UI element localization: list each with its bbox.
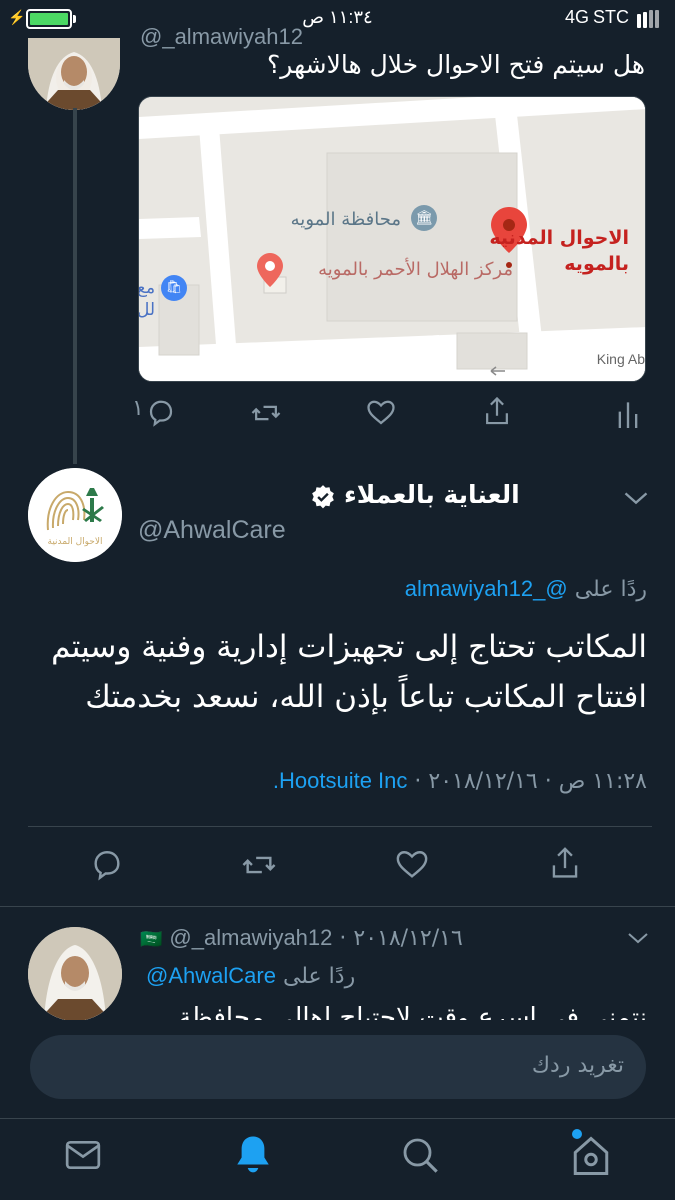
analytics-icon[interactable]: [616, 400, 640, 432]
status-bar: ⚡ ١١:٣٤ ص 4G STC: [0, 0, 675, 36]
map-poi-red-crescent-icon[interactable]: [257, 253, 283, 291]
divider-meta: [28, 826, 652, 827]
retweet-icon[interactable]: [250, 398, 282, 432]
reply-icon[interactable]: [90, 848, 124, 886]
parent-actions: ١: [130, 396, 650, 432]
tab-bar: [0, 1118, 675, 1200]
unread-dot: [572, 1129, 582, 1139]
svg-text:الاحوال المدنية: الاحوال المدنية: [48, 537, 103, 547]
reply-date: · ٢٠١٨/١٢/١٦: [339, 926, 463, 951]
parent-tweet-text: هل سيتم فتح الاحوال خلال هالاشهر؟: [267, 50, 645, 79]
tab-notifications[interactable]: [232, 1133, 274, 1179]
reply-count: ١: [132, 396, 144, 421]
heart-icon[interactable]: [366, 398, 396, 432]
search-icon: [403, 1138, 438, 1173]
tab-home[interactable]: [570, 1129, 612, 1183]
flag-icon: 🇸🇦: [140, 929, 163, 950]
thread-line: [73, 108, 77, 464]
map-poi-governorate-icon[interactable]: 🏛: [411, 205, 437, 231]
reply-context-prefix-2: ردًا على: [282, 964, 356, 989]
main-tweet-text-line1: المكاتب تحتاج إلى تجهيزات إدارية وفنية و…: [51, 629, 647, 665]
reply-context-handle[interactable]: @_almawiyah12: [405, 576, 568, 601]
tweet-meta: ١١:٢٨ ص · ٢٠١٨/١٢/١٦ · Hootsuite Inc.: [273, 768, 647, 794]
main-actions: [0, 846, 675, 886]
heart-icon[interactable]: [394, 848, 430, 886]
reply-context: ردًا على @_almawiyah12: [405, 576, 647, 602]
map-label-edge: مع لل: [138, 278, 156, 320]
tab-search[interactable]: [400, 1135, 440, 1179]
map-road-label: King Ab: [596, 351, 645, 367]
reply-text-partial: نتمنى في اسرع وقت لاحتياج اهالي محافظة: [178, 1003, 647, 1020]
signal-icon: [637, 10, 661, 28]
verified-badge-icon: [310, 484, 336, 510]
reply-icon[interactable]: [146, 398, 176, 432]
main-tweet-text-line2: افتتاح المكاتب تباعاً بإذن الله، نسعد بخ…: [85, 679, 647, 715]
map-poi-shopping-icon[interactable]: 🛍: [161, 275, 187, 301]
reply-tweet[interactable]: 🇸🇦 @_almawiyah12 · ٢٠١٨/١٢/١٦ @AhwalCare…: [0, 907, 675, 1020]
reply-context-2: @AhwalCare ردًا على: [146, 963, 355, 989]
retweet-icon[interactable]: [240, 848, 278, 886]
author-handle[interactable]: @AhwalCare: [138, 516, 286, 545]
avatar-almawiyah-reply[interactable]: [28, 927, 122, 1020]
reply-input[interactable]: تغريد ردك: [30, 1035, 646, 1099]
share-icon[interactable]: [482, 396, 512, 432]
mail-icon: [65, 1140, 101, 1170]
avatar-almawiyah[interactable]: [28, 38, 120, 110]
chevron-down-icon[interactable]: [622, 488, 650, 512]
map-card[interactable]: الاحوال المدنيه بالمويه 🏛 محافظة المويه …: [138, 96, 646, 382]
main-tweet-text: المكاتب تحتاج إلى تجهيزات إدارية وفنية و…: [17, 622, 647, 722]
author-display-name: العناية بالعملاء: [344, 480, 520, 509]
network-type: 4G: [564, 7, 589, 27]
carrier-name: STC: [593, 7, 629, 27]
tweet-source[interactable]: Hootsuite Inc.: [273, 768, 408, 793]
reply-context-handle-2[interactable]: @AhwalCare: [146, 963, 276, 988]
share-icon[interactable]: [548, 846, 582, 886]
map-label-governorate: محافظة المويه: [290, 209, 401, 230]
bell-icon: [237, 1136, 269, 1173]
tweet-timestamp: ١١:٢٨ ص · ٢٠١٨/١٢/١٦ ·: [407, 769, 647, 794]
avatar-ahwalcare[interactable]: الاحوال المدنية: [28, 468, 122, 562]
main-tweet: الاحوال المدنية العناية بالعملاء @AhwalC…: [0, 466, 675, 826]
parent-handle-partial[interactable]: @_almawiyah12: [140, 24, 303, 50]
reply-header: 🇸🇦 @_almawiyah12 · ٢٠١٨/١٢/١٦: [140, 925, 463, 951]
home-icon: [573, 1136, 609, 1175]
reply-context-prefix: ردًا على: [574, 577, 647, 602]
reply-input-placeholder: تغريد ردك: [531, 1053, 624, 1078]
reply-handle[interactable]: @_almawiyah12: [169, 925, 332, 950]
tab-messages[interactable]: [64, 1137, 102, 1177]
map-label-red-crescent: مركز الهلال الأحمر بالمويه: [318, 259, 513, 280]
chevron-down-icon[interactable]: [626, 929, 650, 951]
